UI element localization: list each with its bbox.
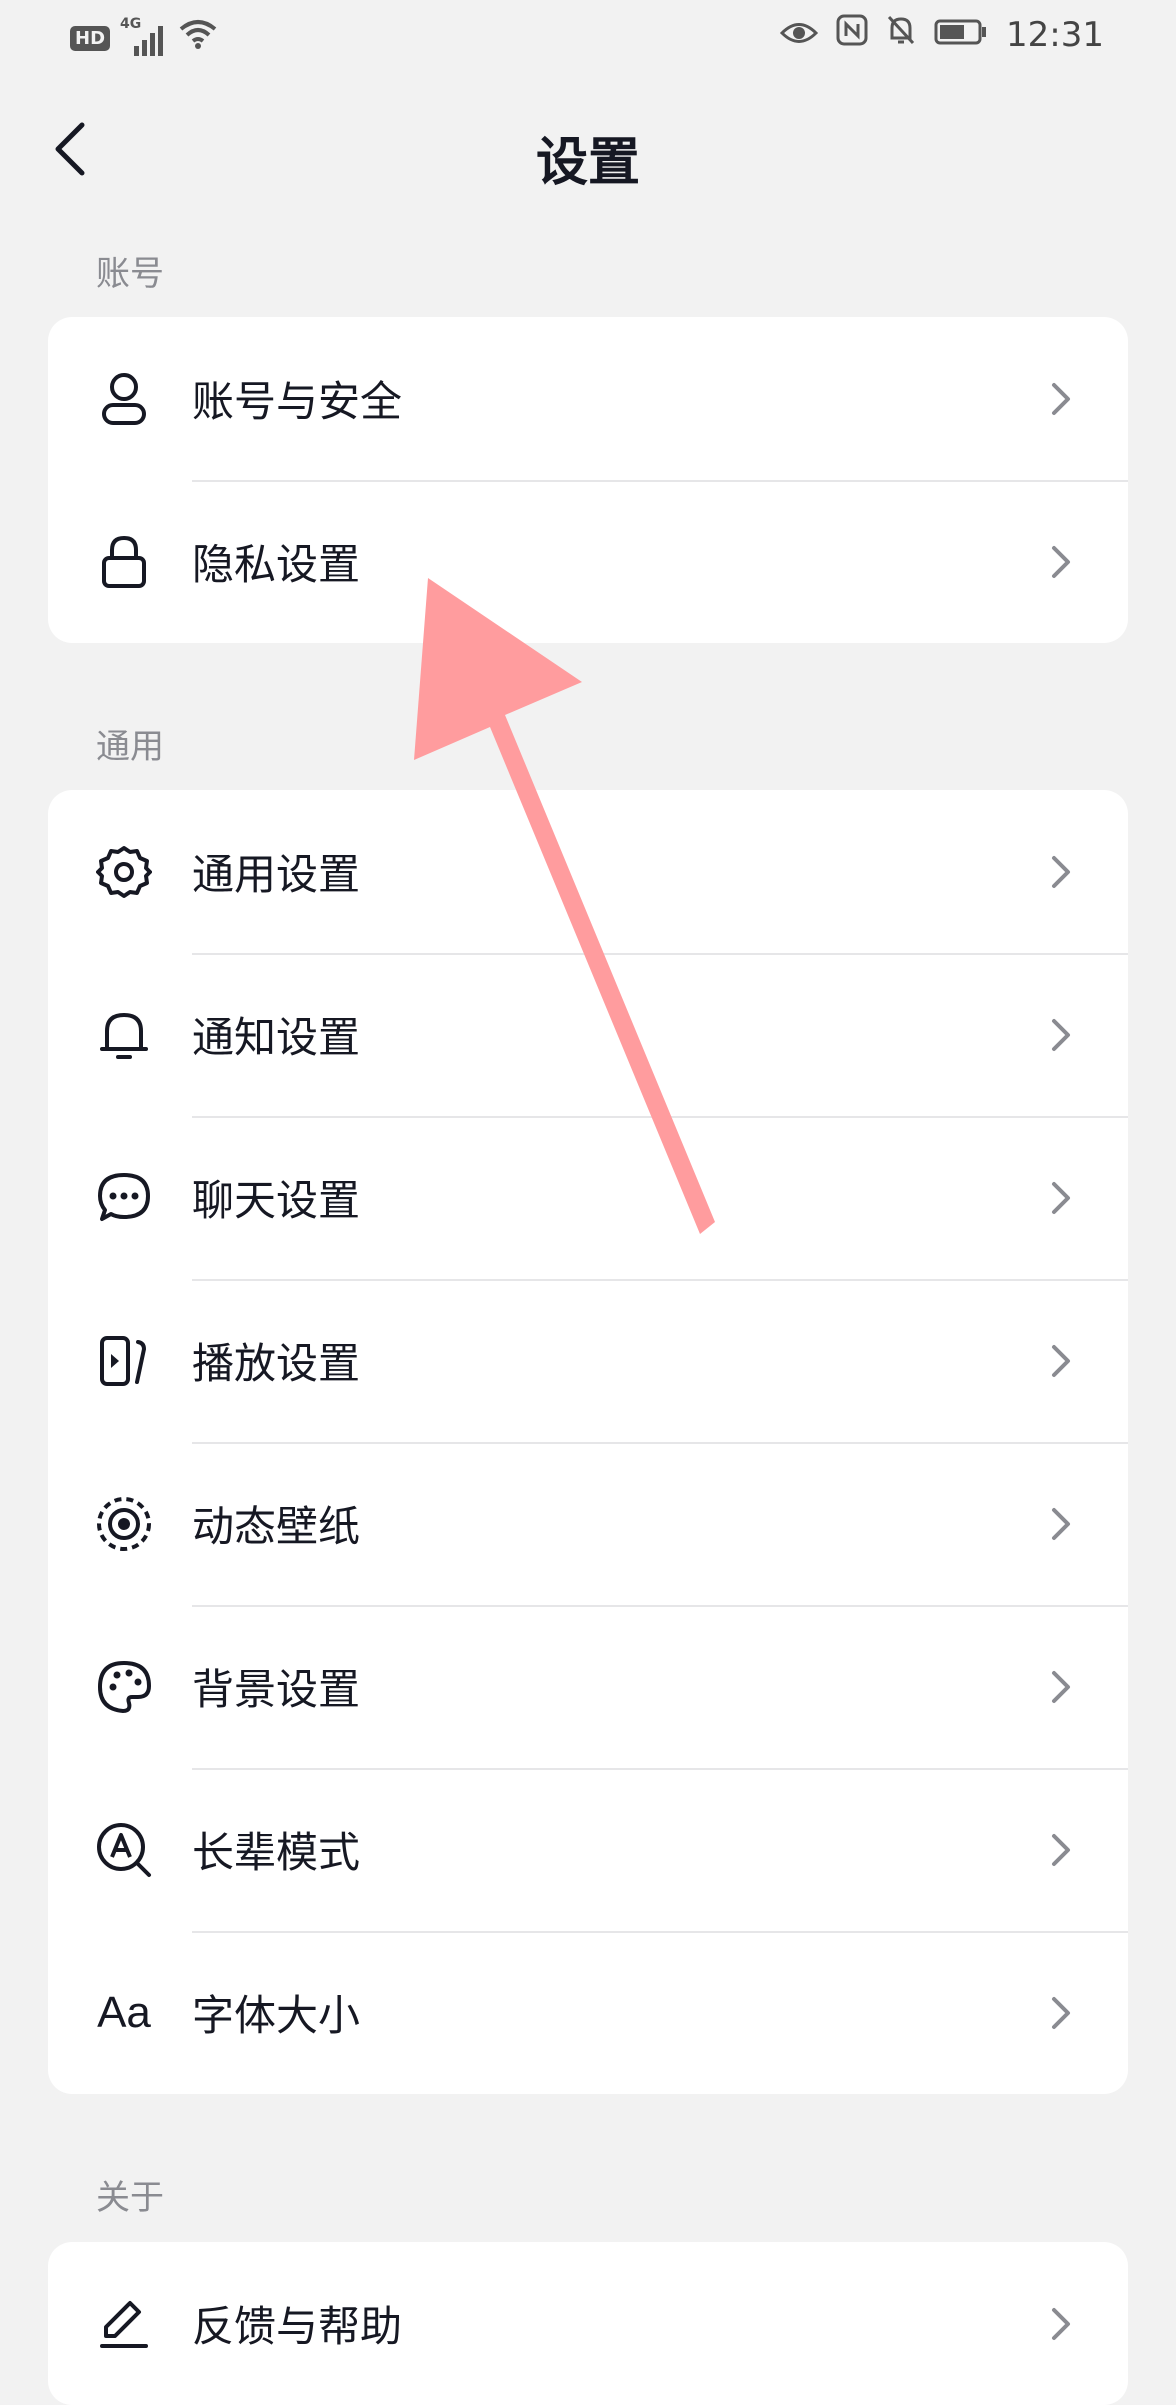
chevron-right-icon — [1052, 545, 1070, 578]
chevron-right-icon — [1052, 1181, 1070, 1214]
wifi-icon — [178, 18, 218, 59]
chevron-right-icon — [1052, 2307, 1070, 2340]
settings-item-chat[interactable]: 聊天设置 — [48, 1116, 1128, 1279]
settings-item-label: 背景设置 — [192, 1665, 361, 1714]
settings-item-label: 隐私设置 — [192, 540, 361, 589]
page-title: 设置 — [535, 133, 640, 193]
navigation-bar: 设置 — [0, 100, 1176, 200]
settings-item-account-security[interactable]: 账号与安全 — [48, 317, 1128, 480]
chevron-right-icon — [1052, 382, 1070, 415]
settings-item-elder-mode[interactable]: 长辈模式 — [48, 1768, 1128, 1931]
settings-item-background[interactable]: 背景设置 — [48, 1605, 1128, 1768]
chevron-right-icon — [1052, 1996, 1070, 2029]
settings-item-label: 动态壁纸 — [192, 1502, 361, 1551]
settings-item-label: 通知设置 — [192, 1013, 361, 1062]
play-icon — [94, 1331, 154, 1391]
about-card: 反馈与帮助 — [48, 2242, 1128, 2405]
nfc-icon — [836, 14, 868, 55]
settings-item-general[interactable]: 通用设置 — [48, 790, 1128, 953]
section-title-general: 通用 — [96, 727, 164, 767]
status-bar: HD 4G 12:31 — [0, 0, 1176, 72]
mute-bell-icon — [886, 14, 916, 55]
palette-icon — [94, 1657, 154, 1717]
battery-icon — [934, 15, 988, 55]
network-type: 4G — [120, 15, 142, 32]
edit-icon — [94, 2294, 154, 2354]
settings-item-privacy[interactable]: 隐私设置 — [48, 480, 1128, 643]
lock-icon — [94, 532, 154, 592]
elder-mode-icon — [94, 1820, 154, 1880]
section-title-account: 账号 — [96, 254, 164, 294]
settings-item-label: 字体大小 — [192, 1991, 361, 2040]
section-title-about: 关于 — [96, 2178, 164, 2218]
settings-item-font-size[interactable]: Aa 字体大小 — [48, 1931, 1128, 2094]
settings-item-label: 账号与安全 — [192, 377, 403, 426]
gear-icon — [94, 842, 154, 902]
eye-icon — [779, 15, 819, 55]
bell-icon — [94, 1005, 154, 1065]
settings-item-label: 通用设置 — [192, 850, 361, 899]
status-right: 12:31 — [779, 14, 1104, 55]
settings-item-live-wallpaper[interactable]: 动态壁纸 — [48, 1442, 1128, 1605]
chevron-right-icon — [1052, 1833, 1070, 1866]
chevron-right-icon — [1052, 1018, 1070, 1051]
live-wallpaper-icon — [94, 1494, 154, 1554]
account-card: 账号与安全 隐私设置 — [48, 317, 1128, 643]
general-card: 通用设置 通知设置 聊天设置 播放设置 动态壁纸 背景设置 长辈模式 Aa 字体… — [48, 790, 1128, 2094]
settings-item-playback[interactable]: 播放设置 — [48, 1279, 1128, 1442]
settings-item-feedback-help[interactable]: 反馈与帮助 — [48, 2242, 1128, 2405]
settings-item-notification[interactable]: 通知设置 — [48, 953, 1128, 1116]
chevron-right-icon — [1052, 1670, 1070, 1703]
font-size-icon: Aa — [94, 1983, 154, 2043]
chevron-right-icon — [1052, 855, 1070, 888]
cellular-signal-icon: 4G — [120, 16, 168, 56]
chevron-right-icon — [1052, 1344, 1070, 1377]
user-icon — [94, 369, 154, 429]
font-size-icon-text: Aa — [97, 1987, 151, 2037]
hd-badge: HD — [70, 26, 111, 51]
status-left: HD 4G — [70, 16, 218, 59]
settings-item-label: 长辈模式 — [192, 1828, 361, 1877]
settings-item-label: 反馈与帮助 — [192, 2302, 403, 2351]
clock: 12:31 — [1006, 14, 1104, 55]
chat-bubble-icon — [94, 1168, 154, 1228]
settings-item-label: 聊天设置 — [192, 1176, 361, 1225]
chevron-right-icon — [1052, 1507, 1070, 1540]
settings-item-label: 播放设置 — [192, 1339, 361, 1388]
